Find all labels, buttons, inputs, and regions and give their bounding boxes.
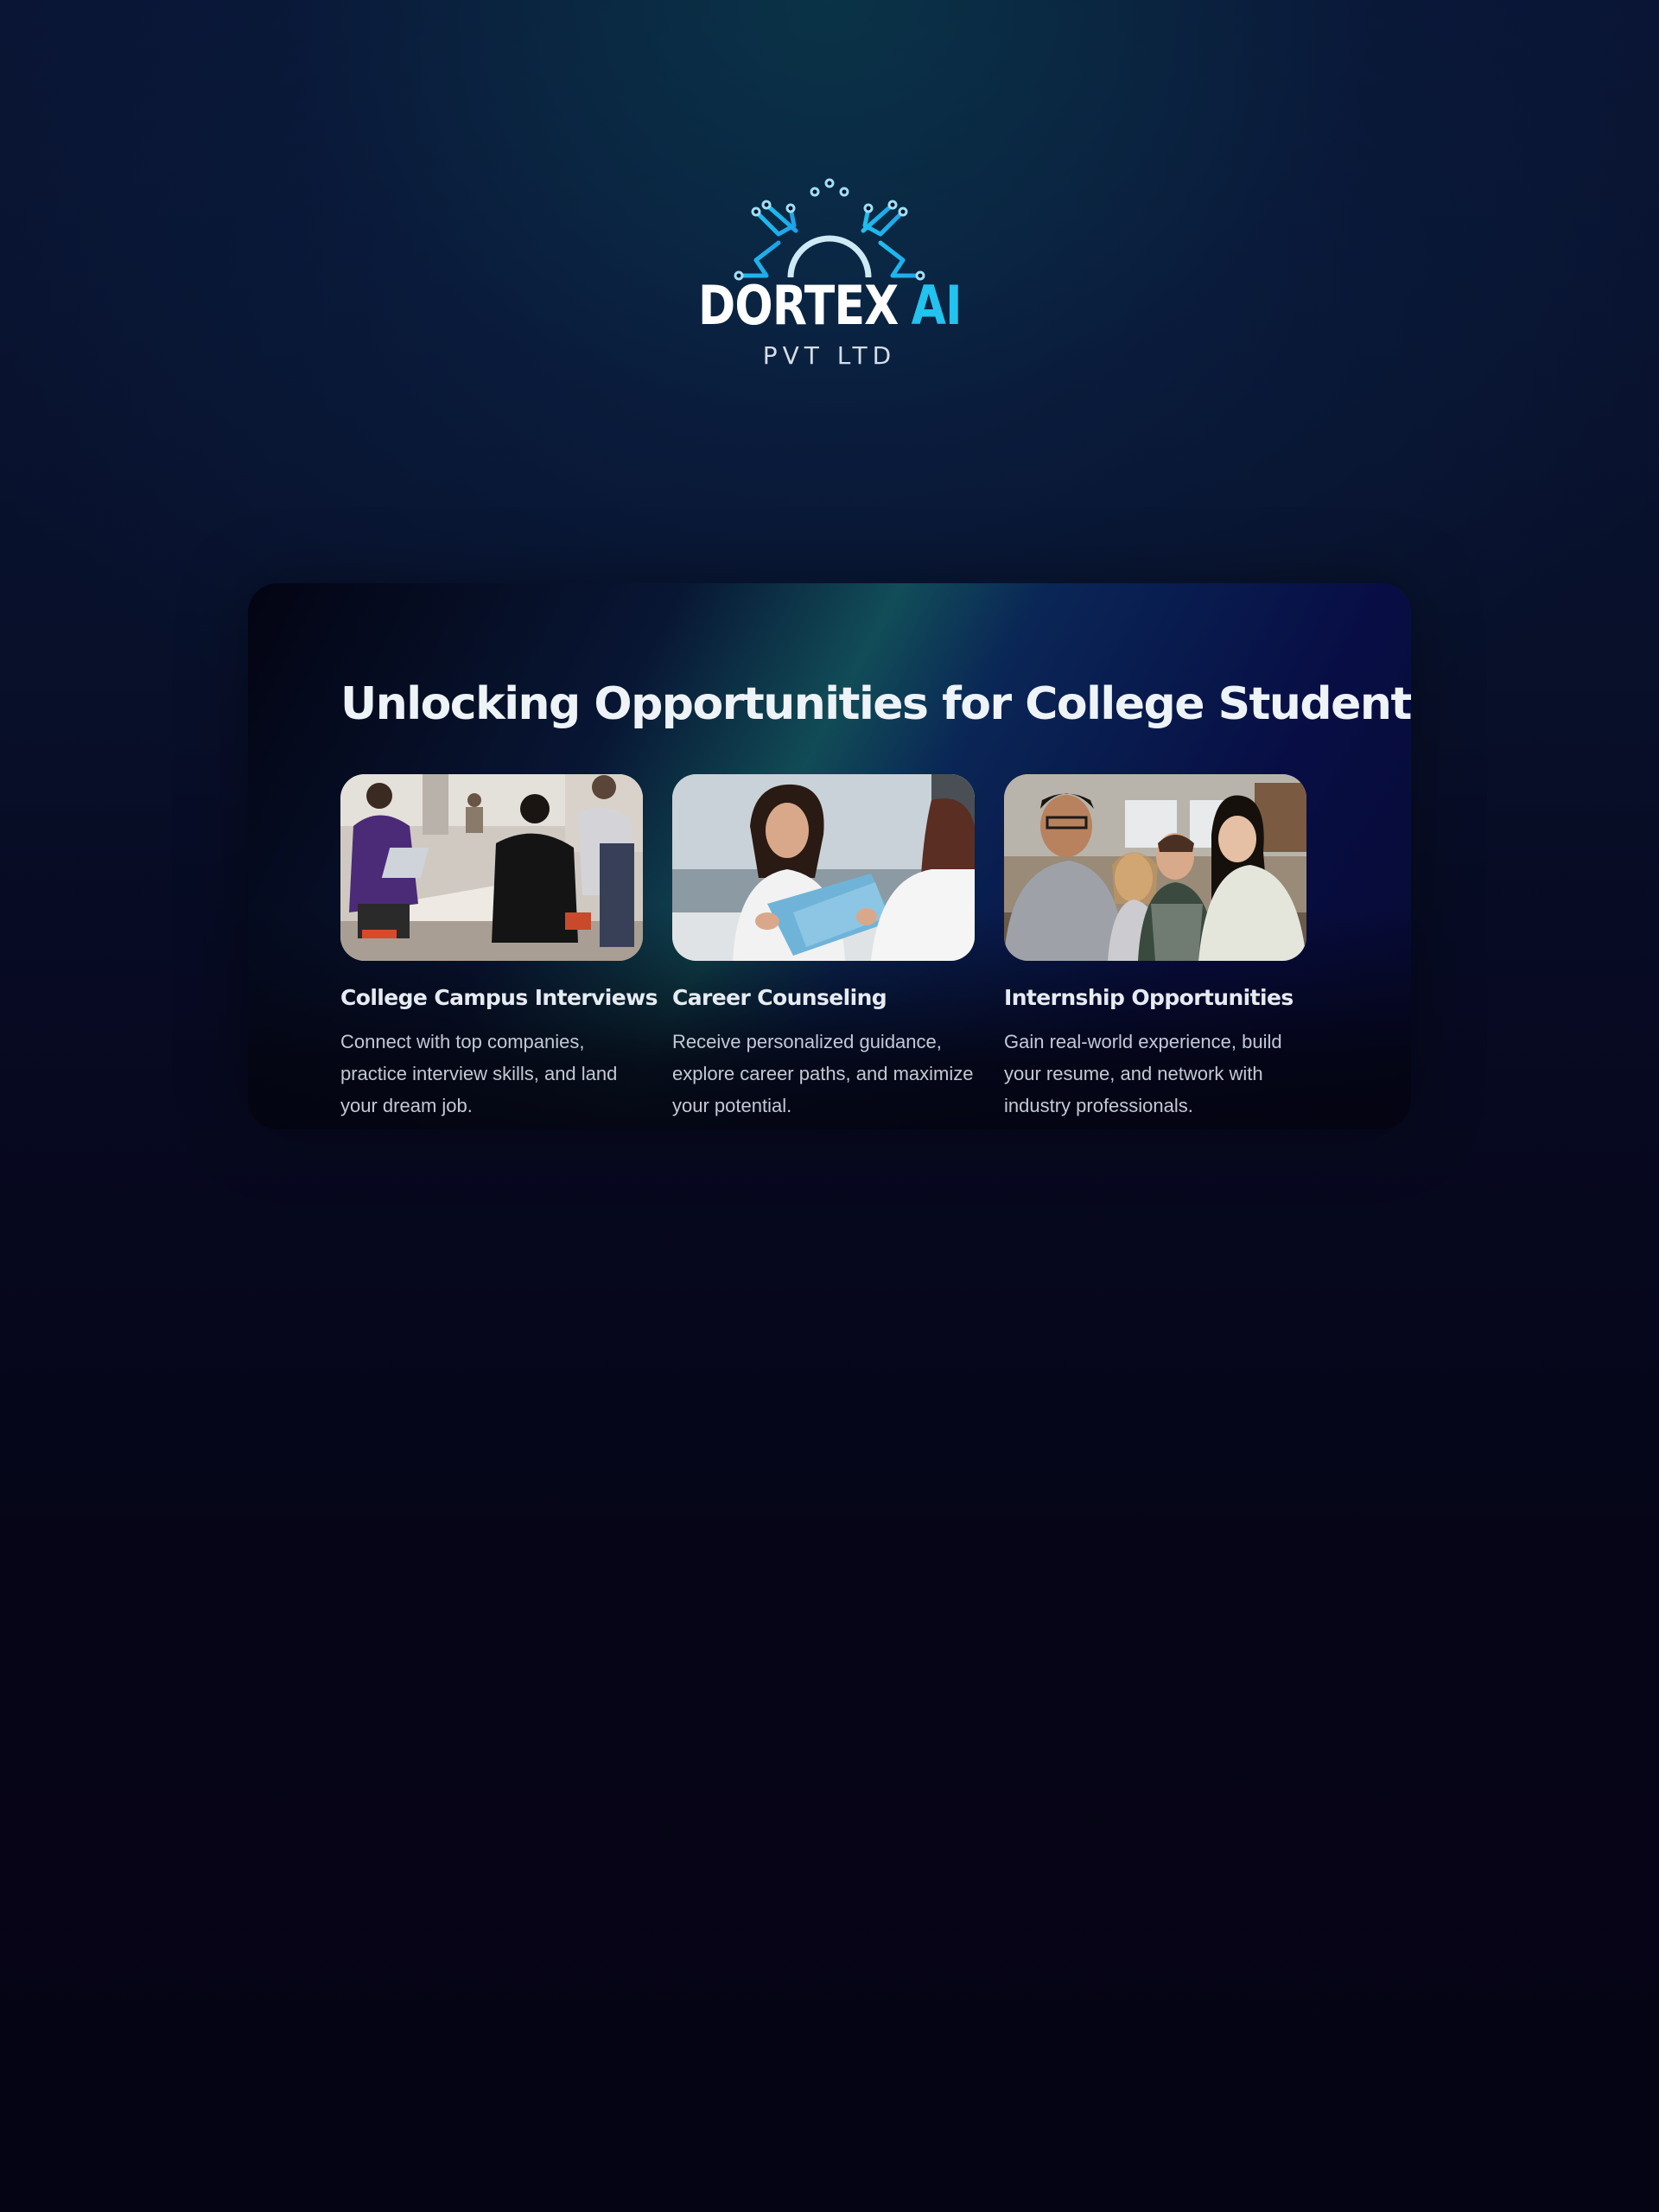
feature-title: Career Counseling: [672, 985, 887, 1010]
opportunities-card: Unlocking Opportunities for College Stud…: [248, 583, 1411, 1129]
feature-description: Receive personalized guidance, explore c…: [672, 1031, 974, 1116]
feature-description: Gain real-world experience, build your r…: [1004, 1031, 1282, 1116]
feature-list: College Campus Interviews Connect with t…: [340, 774, 1306, 1122]
feature-title: Internship Opportunities: [1004, 985, 1294, 1010]
logo-wordmark: DORTEX AI: [698, 279, 962, 333]
feature-career-counseling[interactable]: Career Counseling Receive personalized g…: [672, 774, 975, 1122]
feature-description: Connect with top companies, practice int…: [340, 1031, 618, 1116]
company-logo[interactable]: DORTEX AI PVT LTD: [0, 177, 1659, 370]
photo-smiling-student-group: [1004, 774, 1306, 961]
logo-suffix: PVT LTD: [762, 341, 897, 370]
logo-name-accent: AI: [911, 274, 962, 337]
feature-campus-interviews[interactable]: College Campus Interviews Connect with t…: [340, 774, 658, 1122]
circuit-sun-icon: [734, 178, 925, 281]
section-title: Unlocking Opportunities for College Stud…: [340, 678, 1411, 730]
feature-internship-opportunities[interactable]: Internship Opportunities Gain real-world…: [1004, 774, 1306, 1122]
logo-name-primary: DORTEX: [697, 274, 899, 337]
photo-students-interview-table: [340, 774, 643, 961]
photo-counselor-with-folder: [672, 774, 975, 961]
landing-page: DORTEX AI PVT LTD Unlocking Opportunitie…: [0, 0, 1659, 2212]
feature-title: College Campus Interviews: [340, 985, 658, 1010]
